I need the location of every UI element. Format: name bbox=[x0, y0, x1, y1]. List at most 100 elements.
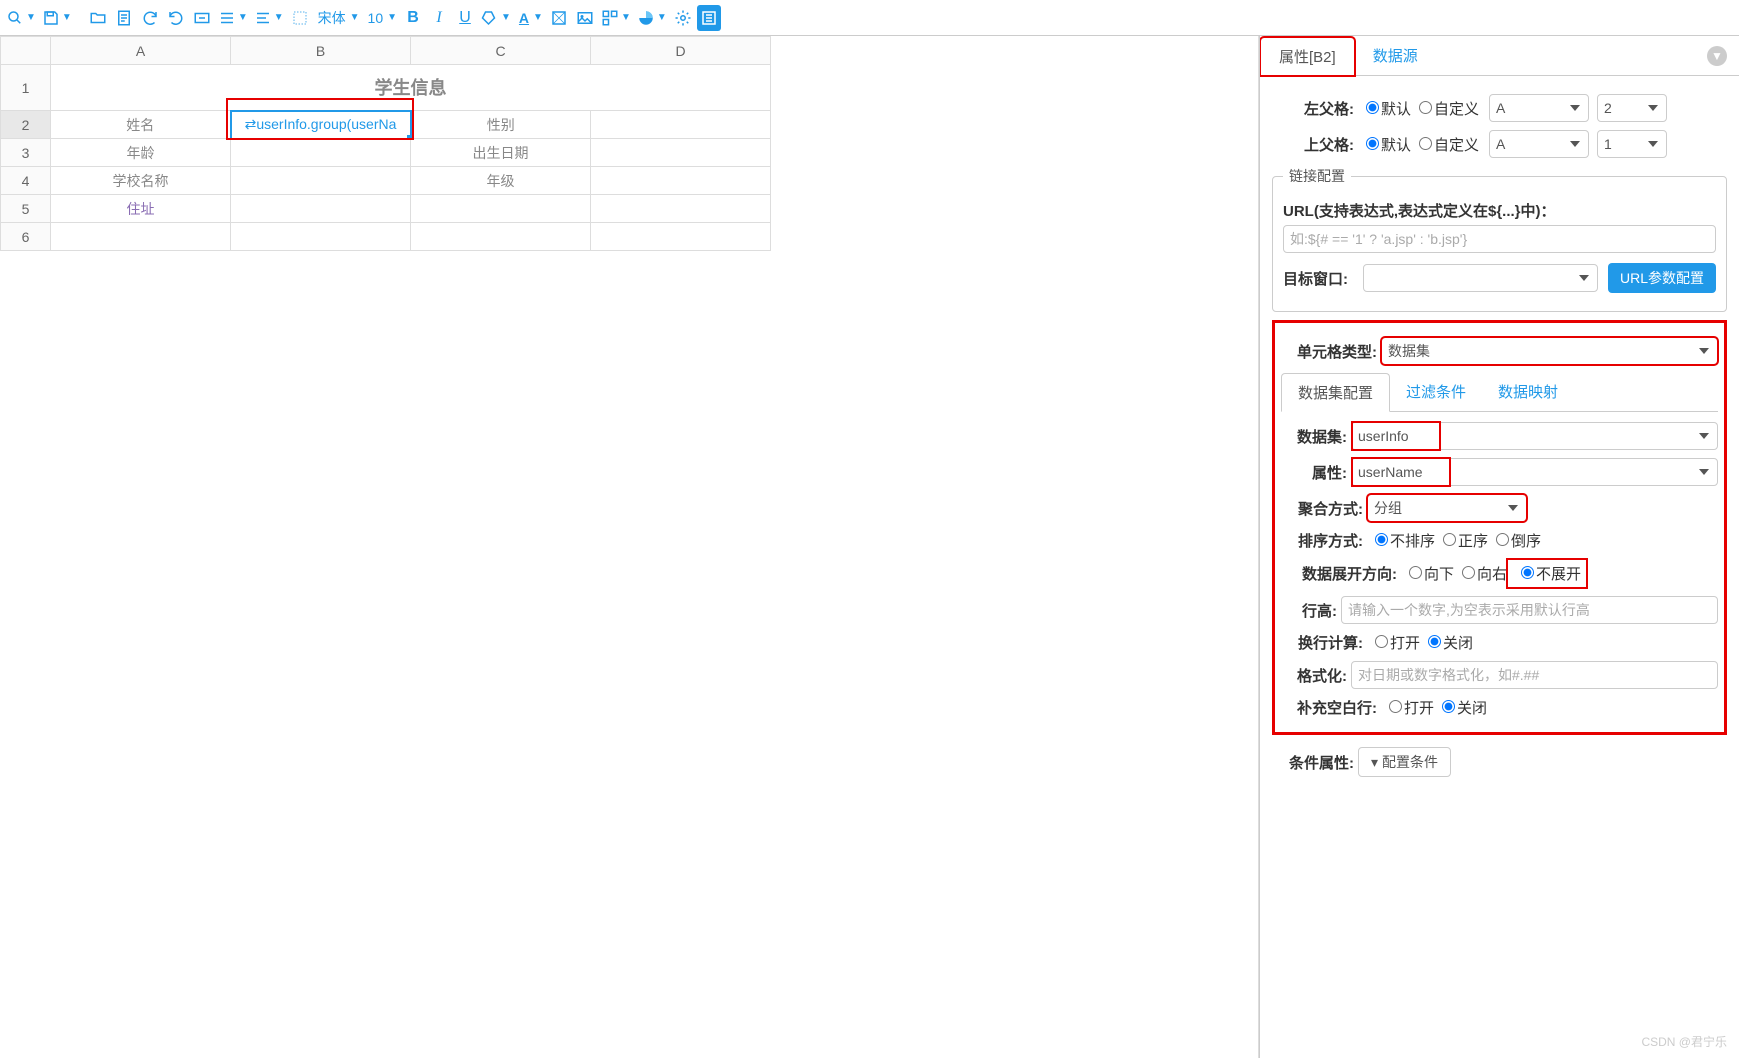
left-parent-custom-radio[interactable]: 自定义 bbox=[1411, 98, 1479, 119]
sort-desc-radio[interactable]: 倒序 bbox=[1488, 530, 1541, 551]
open-button[interactable] bbox=[86, 5, 110, 31]
bold-button[interactable]: B bbox=[401, 5, 425, 31]
fill-on-radio[interactable]: 打开 bbox=[1381, 697, 1434, 718]
cell-d6[interactable] bbox=[591, 223, 771, 251]
cell-b1-title[interactable]: 学生信息 bbox=[51, 65, 771, 111]
cell-c3[interactable]: 出生日期 bbox=[411, 139, 591, 167]
cell-a5[interactable]: 住址 bbox=[51, 195, 231, 223]
expand-none-radio[interactable]: 不展开 bbox=[1507, 559, 1587, 588]
row-header-4[interactable]: 4 bbox=[1, 167, 51, 195]
cell-type-select[interactable]: 数据集 bbox=[1381, 337, 1718, 365]
attribute-label: 属性: bbox=[1281, 462, 1351, 483]
border-button[interactable]: ▼ bbox=[252, 5, 286, 31]
up-parent-col-select[interactable]: A bbox=[1489, 130, 1589, 158]
subtab-filter[interactable]: 过滤条件 bbox=[1390, 373, 1482, 411]
image-button[interactable] bbox=[573, 5, 597, 31]
row-header-5[interactable]: 5 bbox=[1, 195, 51, 223]
subtabs: 数据集配置 过滤条件 数据映射 bbox=[1281, 373, 1718, 412]
left-parent-col-select[interactable]: A bbox=[1489, 94, 1589, 122]
italic-button[interactable]: I bbox=[427, 5, 451, 31]
left-parent-row-select[interactable]: 2 bbox=[1597, 94, 1667, 122]
underline-button[interactable]: U bbox=[453, 5, 477, 31]
cell-a4[interactable]: 学校名称 bbox=[51, 167, 231, 195]
table-button[interactable] bbox=[288, 5, 312, 31]
corner-cell[interactable] bbox=[1, 37, 51, 65]
cell-d2[interactable] bbox=[591, 111, 771, 139]
expand-down-radio[interactable]: 向下 bbox=[1401, 563, 1454, 584]
col-header-d[interactable]: D bbox=[591, 37, 771, 65]
undo-button[interactable] bbox=[164, 5, 188, 31]
font-family-select[interactable]: 宋体▼ bbox=[314, 5, 362, 31]
save-button[interactable]: ▼ bbox=[40, 5, 74, 31]
row-header-6[interactable]: 6 bbox=[1, 223, 51, 251]
cell-b2-selected[interactable]: ⇄userInfo.group(userNa bbox=[231, 111, 411, 139]
row-header-3[interactable]: 3 bbox=[1, 139, 51, 167]
cell-a2[interactable]: 姓名 bbox=[51, 111, 231, 139]
cell-b5[interactable] bbox=[231, 195, 411, 223]
row-header-1[interactable]: 1 bbox=[1, 65, 51, 111]
fill-handle[interactable] bbox=[407, 135, 411, 139]
cell-d4[interactable] bbox=[591, 167, 771, 195]
align-button[interactable]: ▼ bbox=[216, 5, 250, 31]
up-parent-default-radio[interactable]: 默认 bbox=[1358, 134, 1411, 155]
wrap-on-radio[interactable]: 打开 bbox=[1367, 632, 1420, 653]
url-input[interactable] bbox=[1283, 225, 1716, 253]
up-parent-custom-radio[interactable]: 自定义 bbox=[1411, 134, 1479, 155]
format-input[interactable] bbox=[1351, 661, 1718, 689]
subtab-mapping[interactable]: 数据映射 bbox=[1482, 373, 1574, 411]
dataset-select[interactable]: userInfo bbox=[1351, 422, 1718, 450]
url-param-button[interactable]: URL参数配置 bbox=[1608, 263, 1716, 293]
aggregate-select[interactable]: 分组 bbox=[1367, 494, 1527, 522]
tab-datasource[interactable]: 数据源 bbox=[1355, 36, 1436, 75]
panel-toggle-button[interactable] bbox=[697, 5, 721, 31]
font-size-select[interactable]: 10▼ bbox=[364, 5, 399, 31]
cell-c6[interactable] bbox=[411, 223, 591, 251]
spreadsheet-table: A B C D 1 学生信息 2 姓名 ⇄userInfo.group(user… bbox=[0, 36, 771, 251]
condition-label: 条件属性: bbox=[1272, 752, 1358, 773]
target-window-select[interactable] bbox=[1363, 264, 1598, 292]
sort-asc-radio[interactable]: 正序 bbox=[1435, 530, 1488, 551]
qrcode-button[interactable]: ▼ bbox=[599, 5, 633, 31]
row-header-2[interactable]: 2 bbox=[1, 111, 51, 139]
cell-b3[interactable] bbox=[231, 139, 411, 167]
attribute-select[interactable]: userName bbox=[1351, 458, 1718, 486]
cell-c4[interactable]: 年级 bbox=[411, 167, 591, 195]
filter-icon: ▾ bbox=[1371, 754, 1378, 771]
cell-b2-content: userInfo.group(userNa bbox=[256, 116, 396, 132]
fill-off-radio[interactable]: 关闭 bbox=[1434, 697, 1487, 718]
download-icon[interactable]: ▼ bbox=[1707, 46, 1727, 66]
wrap-off-radio[interactable]: 关闭 bbox=[1420, 632, 1473, 653]
settings-button[interactable] bbox=[671, 5, 695, 31]
condition-config-button[interactable]: ▾配置条件 bbox=[1358, 747, 1451, 777]
font-color-button[interactable]: A▼ bbox=[515, 5, 545, 31]
cell-d5[interactable] bbox=[591, 195, 771, 223]
bg-color-button[interactable]: ▼ bbox=[479, 5, 513, 31]
merge-button[interactable] bbox=[190, 5, 214, 31]
cell-b4[interactable] bbox=[231, 167, 411, 195]
tab-properties[interactable]: 属性[B2] bbox=[1260, 37, 1355, 76]
left-parent-default-radio[interactable]: 默认 bbox=[1358, 98, 1411, 119]
up-parent-row-select[interactable]: 1 bbox=[1597, 130, 1667, 158]
col-header-b[interactable]: B bbox=[231, 37, 411, 65]
cell-a3[interactable]: 年龄 bbox=[51, 139, 231, 167]
cell-c2[interactable]: 性别 bbox=[411, 111, 591, 139]
left-parent-label: 左父格: bbox=[1272, 98, 1358, 119]
row-height-input[interactable] bbox=[1341, 596, 1718, 624]
preview-button[interactable]: ▼ bbox=[4, 5, 38, 31]
sort-none-radio[interactable]: 不排序 bbox=[1367, 530, 1435, 551]
chart-button[interactable]: ▼ bbox=[635, 5, 669, 31]
cell-b6[interactable] bbox=[231, 223, 411, 251]
cell-type-label: 单元格类型: bbox=[1281, 341, 1381, 362]
import-button[interactable] bbox=[112, 5, 136, 31]
cell-c5[interactable] bbox=[411, 195, 591, 223]
redo-button[interactable] bbox=[138, 5, 162, 31]
expand-right-radio[interactable]: 向右 bbox=[1454, 563, 1507, 584]
cell-d3[interactable] bbox=[591, 139, 771, 167]
col-header-c[interactable]: C bbox=[411, 37, 591, 65]
subtab-dataset-config[interactable]: 数据集配置 bbox=[1281, 373, 1390, 412]
col-header-a[interactable]: A bbox=[51, 37, 231, 65]
crosstab-button[interactable] bbox=[547, 5, 571, 31]
dataset-label: 数据集: bbox=[1281, 426, 1351, 447]
spreadsheet-area[interactable]: A B C D 1 学生信息 2 姓名 ⇄userInfo.group(user… bbox=[0, 36, 1259, 1058]
cell-a6[interactable] bbox=[51, 223, 231, 251]
